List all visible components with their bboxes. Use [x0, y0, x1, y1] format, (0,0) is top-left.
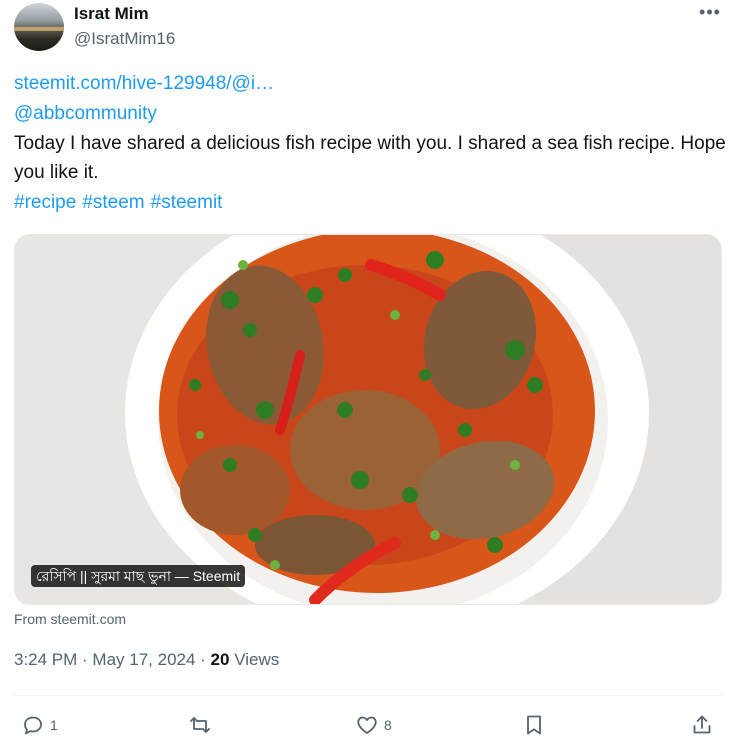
hashtag-steemit[interactable]: #steemit [151, 192, 223, 213]
heart-icon [357, 716, 377, 734]
author-name[interactable]: Israt Mim [74, 4, 149, 24]
hashtag-recipe[interactable]: #recipe [14, 192, 76, 213]
hashtag-steem[interactable]: #steem [82, 192, 144, 213]
fish-curry-image [15, 235, 721, 604]
views-count: 20 [210, 650, 230, 669]
reply-button[interactable]: 1 [21, 711, 58, 739]
reply-icon [24, 716, 42, 735]
tweet-text: Today I have shared a delicious fish rec… [14, 133, 726, 183]
link-preview-card[interactable]: রেসিপি || সুরমা মাছ ভুনা — Steemit [14, 234, 722, 605]
retweet-icon [190, 717, 210, 733]
reply-count: 1 [50, 717, 58, 733]
divider [14, 695, 722, 696]
like-button[interactable]: 8 [355, 711, 392, 739]
mention-link[interactable]: @abbcommunity [14, 99, 726, 128]
like-count: 8 [384, 717, 392, 733]
tweet-date[interactable]: May 17, 2024 [92, 650, 195, 669]
more-options-button[interactable]: ••• [696, 3, 724, 25]
share-icon [693, 715, 711, 734]
tweet-link[interactable]: steemit.com/hive-129948/@i… [14, 69, 726, 98]
share-button[interactable] [690, 711, 714, 739]
hashtag-list: #recipe #steem #steemit [14, 188, 726, 217]
tweet-meta: 3:24 PM · May 17, 2024 · 20 Views [14, 650, 280, 669]
sunset-icon [14, 27, 64, 31]
card-source[interactable]: From steemit.com [14, 611, 126, 627]
bookmark-icon [527, 715, 541, 735]
retweet-button[interactable] [188, 711, 217, 739]
author-handle[interactable]: @IsratMim16 [74, 29, 175, 49]
card-title: রেসিপি || সুরমা মাছ ভুনা — Steemit [31, 565, 246, 587]
avatar[interactable] [14, 3, 64, 51]
bookmark-button[interactable] [522, 711, 546, 739]
tweet-time[interactable]: 3:24 PM [14, 650, 77, 669]
views-label: Views [234, 650, 280, 669]
